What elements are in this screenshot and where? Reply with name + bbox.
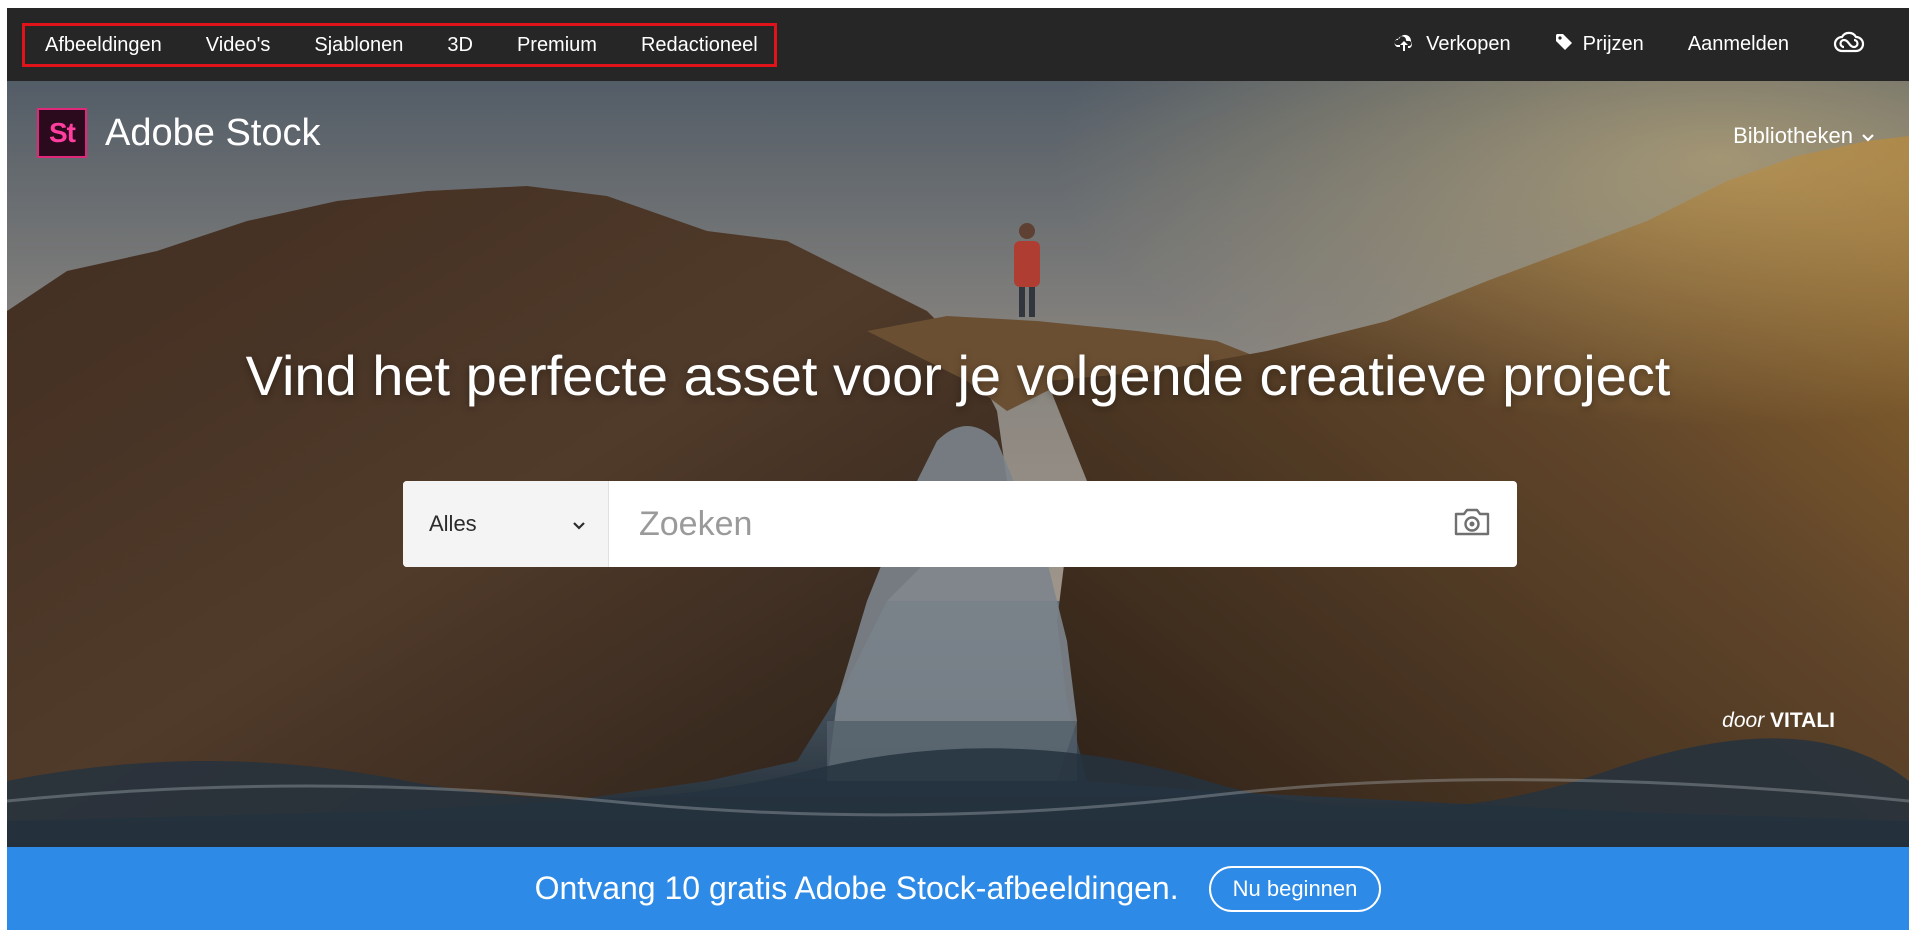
nav-item-editorial[interactable]: Redactioneel (641, 34, 758, 57)
adobe-stock-logo-icon: St (37, 108, 87, 158)
hero-background-image (7, 81, 1909, 847)
category-nav: Afbeeldingen Video's Sjablonen 3D Premiu… (22, 23, 777, 67)
search-category-value: Alles (429, 511, 477, 536)
pricing-label: Prijzen (1582, 33, 1644, 55)
credit-prefix: door (1722, 709, 1765, 732)
price-tag-icon (1555, 33, 1573, 57)
creative-cloud-button[interactable] (1833, 31, 1865, 59)
credit-author[interactable]: VITALI (1770, 709, 1835, 732)
nav-item-premium[interactable]: Premium (517, 34, 597, 57)
pricing-link[interactable]: Prijzen (1555, 33, 1644, 57)
sell-label: Verkopen (1426, 33, 1511, 55)
search-bar: Alles (403, 481, 1517, 567)
camera-icon (1452, 506, 1492, 543)
promo-text: Ontvang 10 gratis Adobe Stock-afbeelding… (534, 870, 1179, 906)
chevron-down-icon (572, 511, 586, 537)
hero-banner: St Adobe Stock Bibliotheken Vind het per… (7, 81, 1909, 847)
search-input[interactable] (609, 481, 1427, 567)
nav-item-videos[interactable]: Video's (206, 34, 271, 57)
creative-cloud-icon (1833, 31, 1865, 59)
promo-banner: Ontvang 10 gratis Adobe Stock-afbeelding… (7, 847, 1909, 930)
signin-link[interactable]: Aanmelden (1688, 33, 1789, 56)
libraries-dropdown[interactable]: Bibliotheken (1733, 123, 1875, 149)
cloud-upload-icon (1392, 32, 1416, 58)
visual-search-button[interactable] (1427, 481, 1517, 567)
chevron-down-icon (1861, 123, 1875, 149)
brand-logo[interactable]: St Adobe Stock (37, 108, 320, 158)
nav-item-images[interactable]: Afbeeldingen (45, 34, 162, 57)
page-frame: Afbeeldingen Video's Sjablonen 3D Premiu… (7, 8, 1909, 930)
nav-item-templates[interactable]: Sjablonen (314, 34, 403, 57)
start-now-button[interactable]: Nu beginnen (1208, 865, 1382, 912)
photo-credit: door VITALI (1722, 709, 1835, 733)
nav-item-3d[interactable]: 3D (447, 34, 473, 57)
sell-link[interactable]: Verkopen (1392, 32, 1511, 58)
signin-label: Aanmelden (1687, 33, 1789, 55)
top-nav: Afbeeldingen Video's Sjablonen 3D Premiu… (7, 8, 1909, 81)
search-category-select[interactable]: Alles (403, 481, 609, 567)
libraries-label: Bibliotheken (1733, 123, 1853, 148)
brand-name: Adobe Stock (105, 111, 321, 154)
hero-headline: Vind het perfecte asset voor je volgende… (245, 344, 1671, 407)
account-nav: Verkopen Prijzen Aanmelden (1392, 8, 1865, 81)
